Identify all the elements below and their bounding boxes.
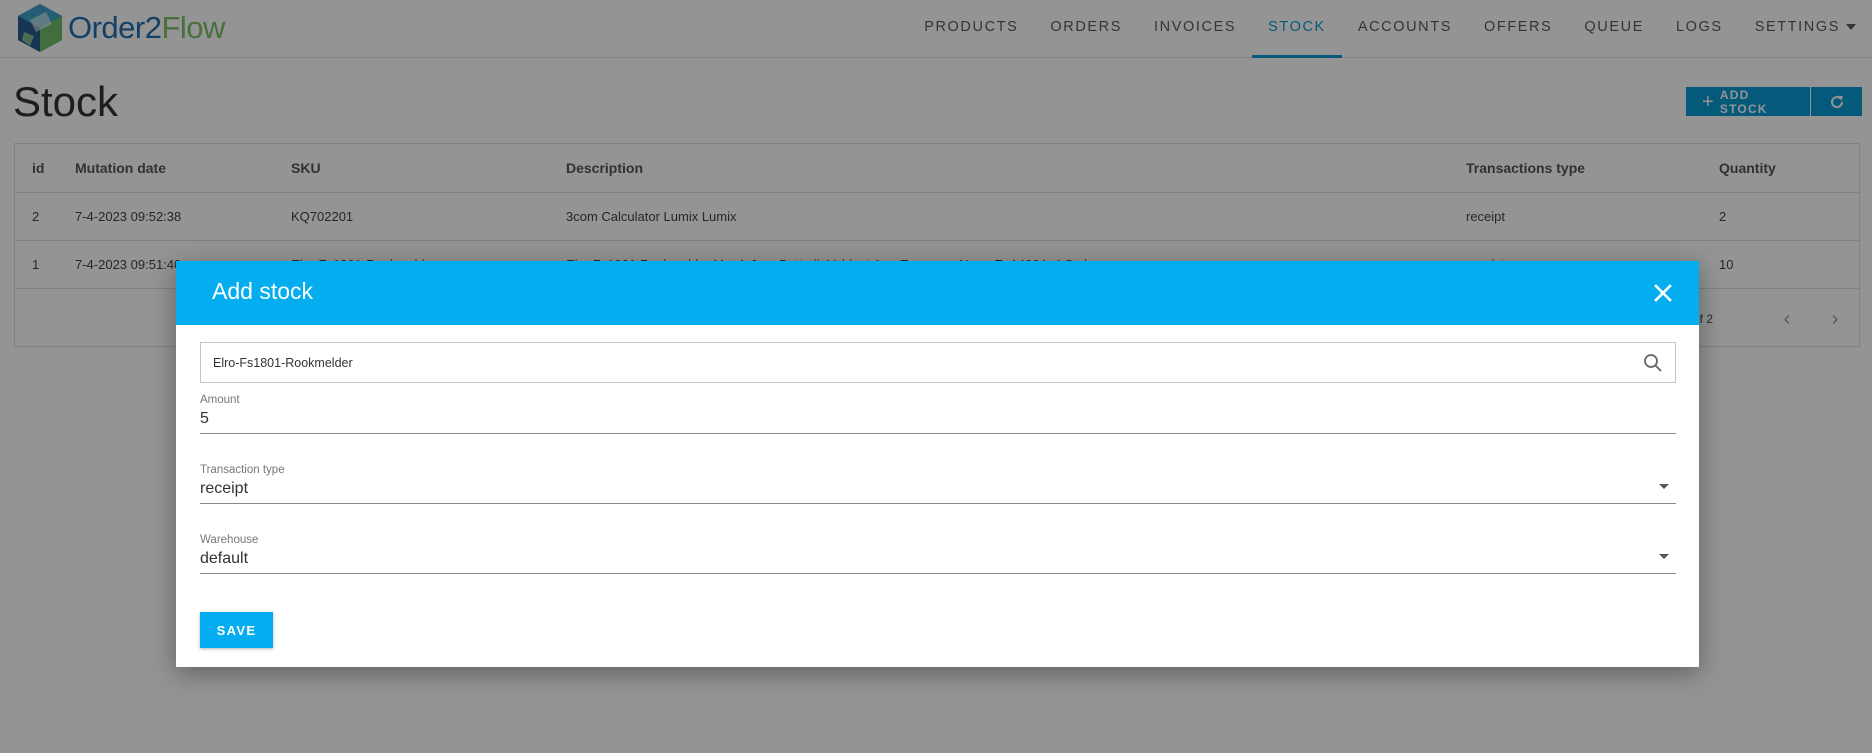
amount-value[interactable]: 5 [200,410,1676,433]
save-button[interactable]: SAVE [200,612,273,648]
dropdown-arrow-icon[interactable] [1659,554,1669,559]
add-stock-dialog: Add stock Amount 5 Transaction type rece… [176,261,1699,667]
warehouse-label: Warehouse [200,534,259,546]
dropdown-arrow-icon[interactable] [1659,484,1669,489]
product-search-input[interactable] [201,343,1625,382]
transaction-type-value[interactable]: receipt [200,480,1676,503]
dialog-header: Add stock [176,261,1699,325]
warehouse-select[interactable]: Warehouse default [200,534,1676,574]
transaction-type-label: Transaction type [200,464,285,476]
search-icon[interactable] [1643,353,1663,373]
close-icon[interactable] [1651,281,1675,305]
amount-field[interactable]: Amount 5 [200,394,1676,434]
amount-label: Amount [200,394,240,406]
product-search-field[interactable] [200,342,1676,383]
warehouse-value[interactable]: default [200,550,1676,573]
transaction-type-select[interactable]: Transaction type receipt [200,464,1676,504]
dialog-title: Add stock [212,278,313,304]
